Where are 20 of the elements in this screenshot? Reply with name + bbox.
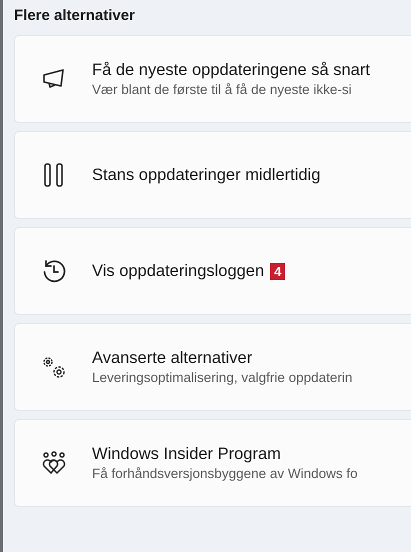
card-description: Vær blant de første til å få de nyeste ikke-si: [92, 82, 353, 97]
history-icon: [40, 258, 66, 284]
settings-card[interactable]: Avanserte alternativer Leveringsoptimalisering, valgfrie oppdaterin: [14, 323, 411, 411]
card-title: Få de nyeste oppdateringene så snart: [92, 61, 370, 80]
card-title: Vis oppdateringsloggen: [92, 262, 264, 280]
settings-card[interactable]: Windows Insider Program Få forhåndsversjonsbyggene av Windows fo: [14, 419, 411, 507]
gears-icon: [40, 355, 66, 379]
card-description: Få forhåndsversjonsbyggene av Windows fo: [92, 466, 358, 481]
number-badge: 4: [270, 262, 286, 280]
megaphone-icon: [42, 69, 66, 89]
settings-card[interactable]: Vis oppdateringsloggen 4: [14, 227, 411, 315]
settings-card[interactable]: Få de nyeste oppdateringene så snart Vær blant de første til å få de nyeste ikke-si: [14, 35, 411, 123]
insider-icon: [40, 451, 66, 475]
card-title: Avanserte alternativer: [92, 349, 252, 368]
card-title: Windows Insider Program: [92, 445, 281, 464]
pause-icon: [42, 163, 64, 187]
card-title: Stans oppdateringer midlertidig: [92, 166, 320, 184]
settings-card[interactable]: Stans oppdateringer midlertidig: [14, 131, 411, 219]
card-description: Leveringsoptimalisering, valgfrie oppdaterin: [92, 370, 352, 385]
section-title: Flere alternativer: [14, 7, 136, 24]
